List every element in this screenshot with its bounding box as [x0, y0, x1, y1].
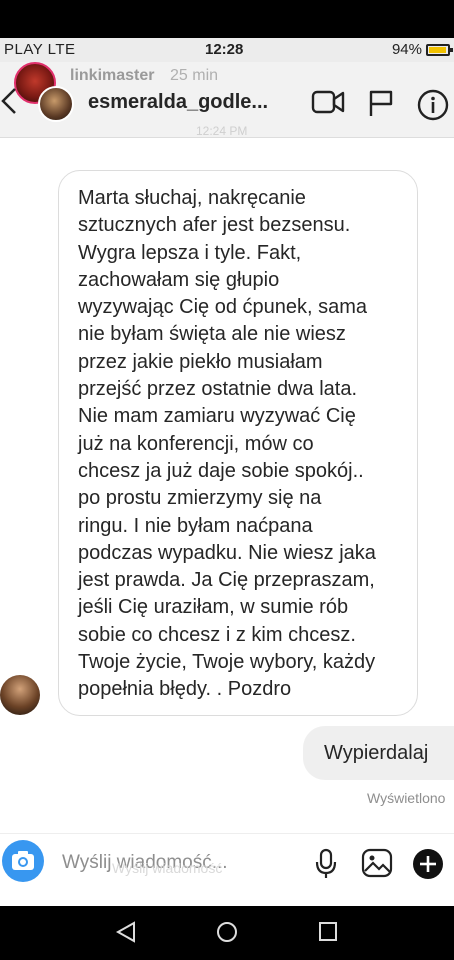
message-line: już na konferencji, mów co — [78, 432, 314, 455]
message-line: sobie co chcesz i z kim chcesz. — [78, 623, 356, 646]
clock: 12:28 — [205, 41, 244, 58]
incoming-message-bubble[interactable]: Marta słuchaj, nakręcanie sztucznych afe… — [58, 170, 418, 716]
top-black-bar — [0, 0, 454, 38]
message-line: Marta słuchaj, nakręcanie — [78, 187, 306, 209]
message-line: przez jakie piekło musiałam — [78, 350, 323, 373]
seen-status: Wyświetlono — [367, 790, 446, 806]
gallery-icon[interactable] — [361, 847, 393, 879]
info-icon[interactable] — [417, 89, 449, 121]
notification-username[interactable]: linkimaster — [70, 67, 154, 85]
flag-icon[interactable] — [368, 89, 394, 117]
nav-home-icon[interactable] — [215, 920, 239, 944]
message-line: po prostu zmierzymy się na — [78, 487, 322, 510]
message-line: zachowałam się głupio — [78, 268, 280, 291]
message-line: ringu. I nie byłam naćpana — [78, 514, 313, 537]
android-navigation-bar — [0, 906, 454, 960]
status-bar: PLAY LTE 12:28 94% — [0, 38, 454, 62]
message-timestamp: 12:24 PM — [196, 124, 248, 138]
message-line: sztucznych afer jest bezsensu. — [78, 214, 351, 237]
battery-percent: 94% — [391, 41, 422, 58]
camera-icon — [12, 851, 34, 870]
sender-avatar[interactable] — [0, 675, 40, 715]
outgoing-message-bubble[interactable]: Wypierdalaj — [303, 726, 454, 780]
message-line: nie byłam święta ale nie wiesz — [78, 323, 346, 346]
message-line: jest prawda. Ja Cię przepraszam, — [78, 569, 375, 592]
message-line: Nie mam zamiaru wyzywać Cię — [78, 405, 356, 428]
message-line: jeśli Cię uraziłam, w sumie rób — [78, 596, 349, 619]
chat-avatar[interactable] — [38, 86, 74, 122]
message-line: podczas wypadku. Nie wiesz jaka — [78, 541, 376, 564]
nav-back-icon[interactable] — [115, 920, 137, 944]
message-line: chcesz ja już daje sobie spokój.. — [78, 459, 364, 482]
message-line: Twoje życie, Twoje wybory, każdy — [78, 651, 376, 674]
battery-fill — [429, 47, 446, 53]
camera-button[interactable] — [2, 840, 44, 882]
chat-username[interactable]: esmeralda_godle... — [88, 91, 268, 114]
nav-recents-icon[interactable] — [317, 920, 339, 944]
add-button[interactable] — [413, 849, 443, 879]
message-line: przejść przez ostatnie dwa lata. — [78, 378, 358, 401]
back-icon — [1, 88, 16, 114]
back-button[interactable] — [0, 86, 22, 118]
notification-time: 25 min — [170, 67, 219, 84]
ghost-placeholder: Wyślij wiadomość — [112, 860, 223, 876]
message-composer: Wyślij wiadomość... Wyślij wiadomość — [0, 833, 454, 891]
plus-icon — [420, 856, 436, 872]
carrier-label: PLAY LTE — [4, 41, 76, 58]
video-call-icon[interactable] — [311, 89, 345, 115]
message-line: popełnia błędy. . Pozdro — [78, 678, 292, 701]
microphone-icon[interactable] — [315, 848, 337, 880]
message-line: wyzywając Cię od ćpunek, sama — [78, 296, 368, 319]
message-line: Wygra lepsza i tyle. Fakt, — [78, 241, 302, 264]
battery-icon — [426, 44, 453, 56]
